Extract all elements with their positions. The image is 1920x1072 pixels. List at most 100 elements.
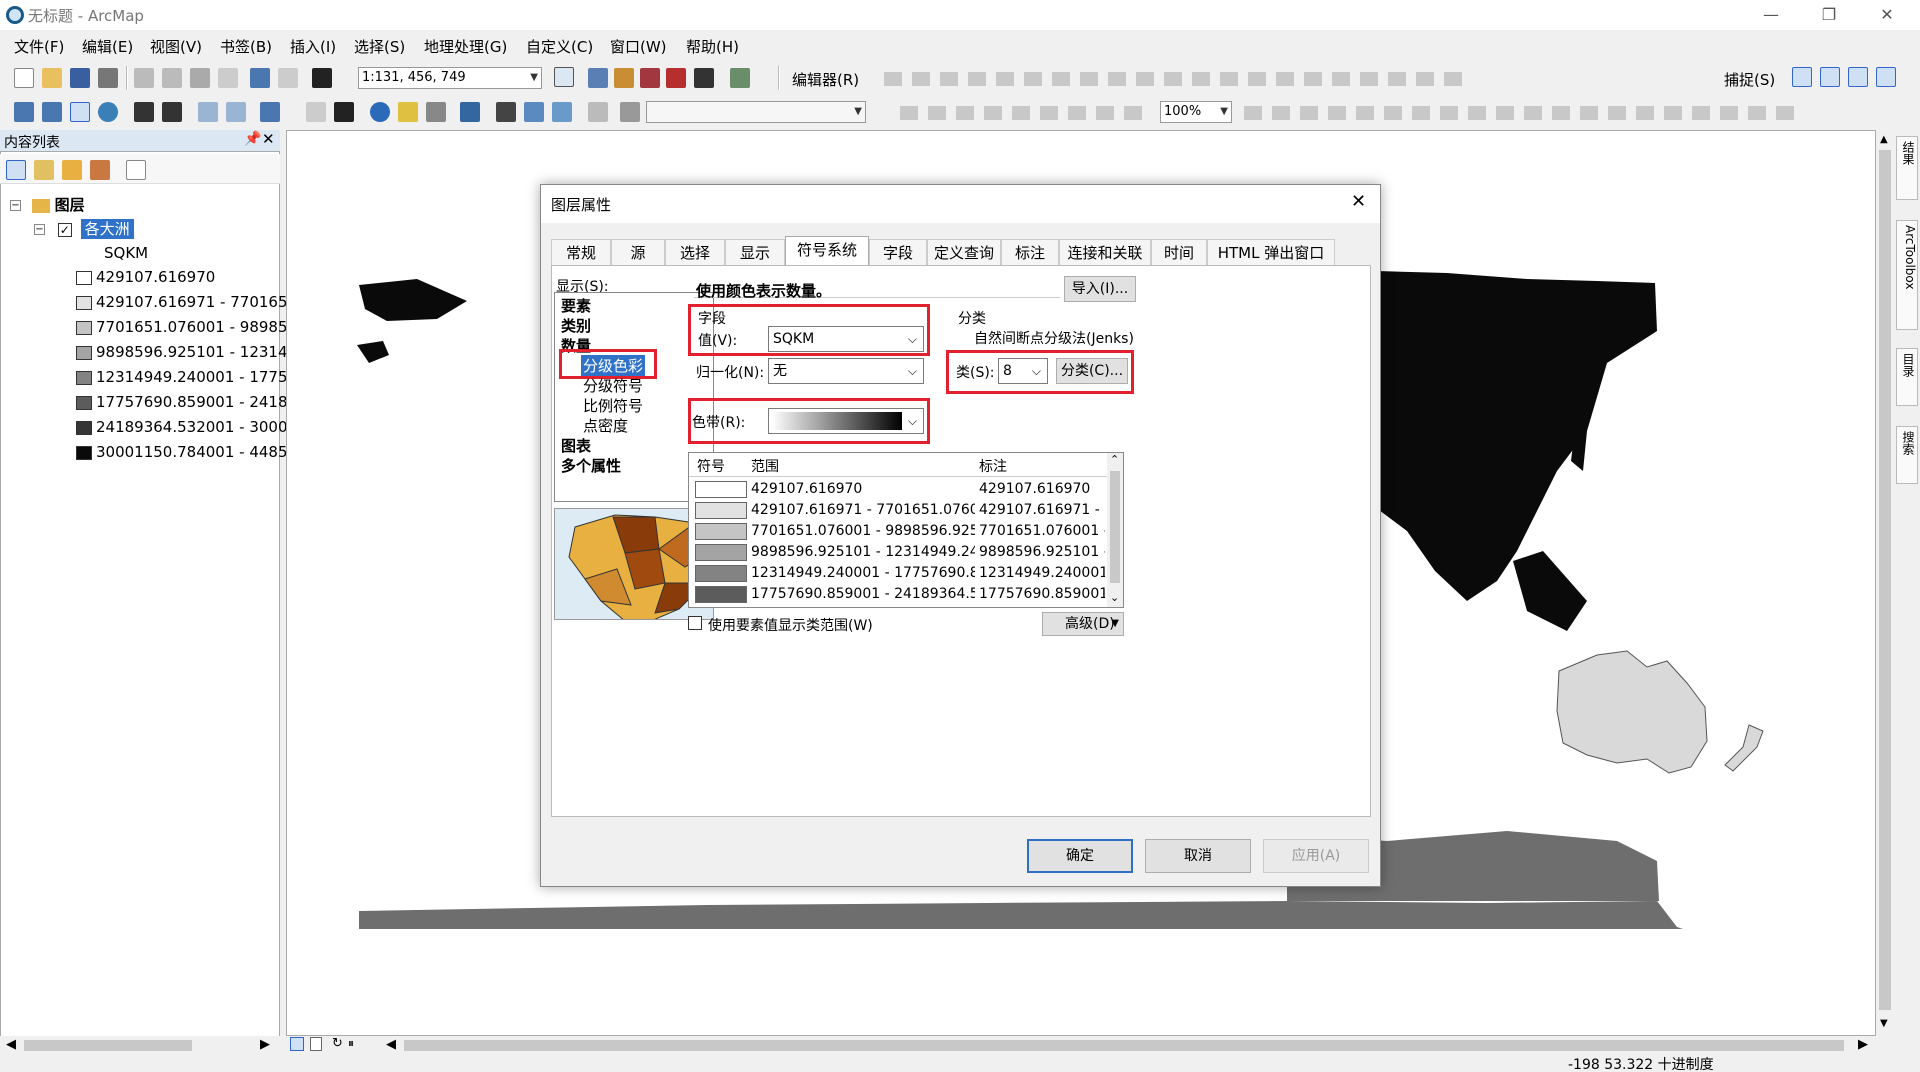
toc-class-row[interactable]: 429107.616970 [76, 268, 215, 286]
class-swatch[interactable] [76, 445, 92, 460]
toc-layer-row[interactable]: − ✓ 各大洲 [34, 218, 134, 239]
class-grid-row[interactable]: 12314949.240001 - 17757690.8590001231494… [689, 563, 1107, 584]
select-elements-icon[interactable] [334, 102, 354, 122]
layout-view-icon[interactable] [310, 1037, 322, 1051]
tree-charts[interactable]: 图表 [561, 435, 591, 456]
tab-selection[interactable]: 选择 [665, 239, 725, 265]
class-range-cell[interactable]: 429107.616971 - 7701651.076000 [751, 502, 975, 518]
class-symbol-swatch[interactable] [695, 502, 747, 519]
map-horizontal-scrollbar[interactable]: ◀ ▶ [380, 1036, 1876, 1054]
class-label-cell[interactable]: 12314949.240001 - 17757690.859000 [979, 565, 1105, 581]
toc-root-row[interactable]: − 图层 [10, 194, 85, 215]
find-icon[interactable] [496, 102, 516, 122]
color-ramp-select[interactable]: ⌵ [768, 408, 924, 434]
layer-combo[interactable]: ▼ [646, 101, 866, 123]
tree-categories[interactable]: 类别 [561, 315, 591, 336]
scroll-up-icon[interactable]: ▲ [1880, 134, 1888, 145]
collapse-icon[interactable]: − [34, 224, 45, 235]
menu-geoprocessing[interactable]: 地理处理(G) [424, 36, 507, 57]
class-range-cell[interactable]: 7701651.076001 - 9898596.925100 [751, 523, 975, 539]
toc-class-row[interactable]: 429107.616971 - 770165 [76, 293, 288, 311]
toc-layer-name[interactable]: 各大洲 [80, 219, 134, 239]
tab-definition-query[interactable]: 定义查询 [927, 239, 1001, 265]
class-grid-row[interactable]: 429107.616970 429107.616970 [689, 479, 1107, 500]
toc-class-row[interactable]: 17757690.859001 - 2418 [76, 393, 288, 411]
menu-customize[interactable]: 自定义(C) [526, 36, 593, 57]
class-swatch[interactable] [76, 295, 92, 310]
class-swatch[interactable] [76, 320, 92, 335]
save-icon[interactable] [70, 68, 90, 88]
model-builder-icon[interactable] [730, 68, 750, 88]
forward-extent-icon[interactable] [226, 102, 246, 122]
hyperlink-icon[interactable] [398, 102, 418, 122]
toc-scroll-thumb[interactable] [24, 1040, 192, 1051]
tree-proportional-symbols[interactable]: 比例符号 [583, 395, 643, 416]
scroll-down-icon[interactable]: ▼ [1880, 1018, 1888, 1029]
class-label-cell[interactable]: 429107.616970 [979, 481, 1105, 497]
minimize-button[interactable]: — [1748, 2, 1794, 28]
html-popup-icon[interactable] [426, 102, 446, 122]
class-range-cell[interactable]: 24189364.532001 - 30001150.784000 [751, 607, 975, 608]
scroll-down-icon[interactable]: ⌄ [1110, 591, 1119, 604]
collapse-icon[interactable]: − [10, 200, 21, 211]
menu-selection[interactable]: 选择(S) [354, 36, 405, 57]
open-folder-icon[interactable] [42, 68, 62, 88]
pan-icon[interactable] [70, 102, 90, 122]
class-label-cell[interactable]: 9898596.925101 - 12314949.240000 [979, 544, 1105, 560]
menu-view[interactable]: 视图(V) [150, 36, 202, 57]
class-grid-row[interactable]: 9898596.925101 - 12314949.2400009898596.… [689, 542, 1107, 563]
tab-general[interactable]: 常规 [551, 239, 611, 265]
class-grid-row[interactable]: 429107.616971 - 7701651.076000 429107.616… [689, 500, 1107, 521]
catalog-dock-tab[interactable]: 目录 [1896, 348, 1918, 406]
search-dock-tab[interactable]: 搜索 [1896, 426, 1918, 484]
find-route-icon[interactable] [524, 102, 544, 122]
layer-visibility-checkbox[interactable]: ✓ [57, 222, 72, 237]
list-by-drawing-order-icon[interactable] [6, 160, 26, 180]
viewer-window-icon[interactable] [620, 102, 640, 122]
class-range-cell[interactable]: 12314949.240001 - 17757690.859000 [751, 565, 975, 581]
class-grid-row[interactable]: 24189364.532001 - 30001150.784000 2418936… [689, 605, 1107, 608]
results-dock-tab[interactable]: 结果 [1896, 136, 1918, 200]
advanced-button[interactable]: 高级(D) ▼ [1042, 612, 1124, 636]
fixed-zoom-in-icon[interactable] [134, 102, 154, 122]
refresh-icon[interactable]: ↻ [332, 1036, 343, 1051]
restore-button[interactable]: ❐ [1806, 2, 1852, 28]
class-range-cell[interactable]: 9898596.925101 - 12314949.240000 [751, 544, 975, 560]
class-swatch[interactable] [76, 270, 92, 285]
scroll-right-icon[interactable]: ▶ [1858, 1037, 1868, 1052]
tree-graduated-symbols[interactable]: 分级符号 [583, 375, 643, 396]
vertex-snapping-icon[interactable] [1848, 67, 1868, 87]
zoom-in-icon[interactable] [14, 102, 34, 122]
editor-menu[interactable]: 编辑器(R) [792, 69, 859, 90]
tab-html-popup[interactable]: HTML 弹出窗口 [1207, 239, 1335, 265]
identify-icon[interactable] [370, 102, 390, 122]
back-extent-icon[interactable] [198, 102, 218, 122]
class-label-cell[interactable]: 429107.616971 - 7701651.076000 [979, 502, 1105, 518]
import-button[interactable]: 导入(I)... [1064, 276, 1136, 302]
ok-button[interactable]: 确定 [1027, 839, 1133, 873]
class-swatch[interactable] [76, 395, 92, 410]
full-extent-icon[interactable] [98, 102, 118, 122]
menu-bookmarks[interactable]: 书签(B) [220, 36, 272, 57]
print-icon[interactable] [98, 68, 118, 88]
fixed-zoom-out-icon[interactable] [162, 102, 182, 122]
class-swatch[interactable] [76, 370, 92, 385]
vertical-scroll-thumb[interactable] [1879, 150, 1891, 1010]
menu-edit[interactable]: 编辑(E) [82, 36, 133, 57]
class-swatch[interactable] [76, 420, 92, 435]
menu-help[interactable]: 帮助(H) [686, 36, 739, 57]
tree-features[interactable]: 要素 [561, 295, 591, 316]
redo-icon[interactable] [278, 68, 298, 88]
data-view-icon[interactable] [290, 1037, 304, 1051]
tab-labels[interactable]: 标注 [1001, 239, 1059, 265]
use-feature-values-checkbox[interactable] [688, 616, 702, 630]
tab-source[interactable]: 源 [611, 239, 665, 265]
options-icon[interactable] [126, 160, 146, 180]
header-label[interactable]: 标注 [979, 456, 1007, 476]
toc-class-row[interactable]: 7701651.076001 - 98985 [76, 318, 288, 336]
value-field-select[interactable]: SQKM ⌵ [768, 326, 924, 352]
catalog-icon[interactable] [614, 68, 634, 88]
menu-window[interactable]: 窗口(W) [610, 36, 667, 57]
class-symbol-swatch[interactable] [695, 481, 747, 498]
classes-select[interactable]: 8 ⌵ [998, 358, 1048, 384]
